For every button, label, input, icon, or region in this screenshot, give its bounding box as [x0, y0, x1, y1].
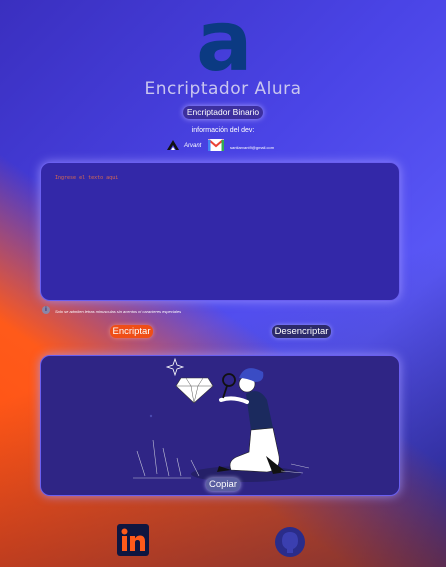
encrypt-button[interactable]: Encriptar — [110, 325, 153, 338]
dev-name: Arvant — [184, 143, 202, 149]
mode-pill[interactable]: Encriptador Binario — [183, 106, 263, 119]
dev-info-label: información del dev: — [191, 127, 255, 134]
linkedin-icon[interactable] — [117, 524, 149, 556]
detective-illustration — [133, 357, 310, 482]
dev-info-row: Arvant santiarvant9@gmail.com — [166, 139, 286, 153]
alura-logo: a — [196, 0, 253, 90]
arvant-logo-icon[interactable] — [166, 139, 180, 151]
text-input[interactable] — [53, 173, 387, 292]
info-text: Solo se admiten letras minusculas sin ac… — [55, 309, 182, 314]
dev-email[interactable]: santiarvant9@gmail.com — [230, 145, 274, 150]
app-title: Encriptador Alura — [144, 79, 302, 99]
input-panel — [40, 162, 400, 301]
gmail-icon[interactable] — [208, 139, 224, 151]
decrypt-button[interactable]: Desencriptar — [272, 325, 331, 338]
copy-button[interactable]: Copiar — [206, 478, 240, 491]
github-icon[interactable] — [274, 526, 306, 558]
info-icon: i — [42, 306, 50, 314]
output-panel — [40, 355, 400, 496]
